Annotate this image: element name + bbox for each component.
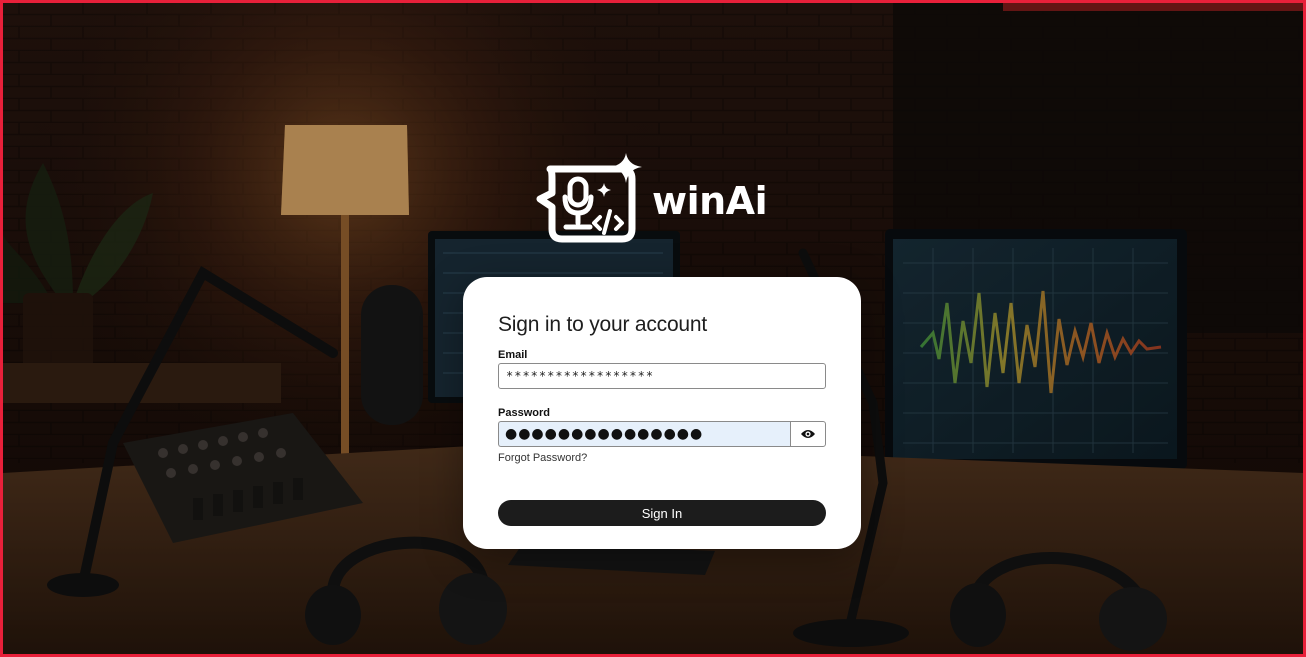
forgot-password-link[interactable]: Forgot Password? [498,452,587,464]
microphone-code-sparkle-icon [536,153,642,243]
app-frame: winAi Sign in to your account Email Pass… [0,0,1306,657]
email-field[interactable] [498,363,826,389]
email-label: Email [498,349,528,361]
password-row [498,421,826,447]
sign-in-button[interactable]: Sign In [498,500,826,526]
password-label: Password [498,407,550,419]
sign-in-title: Sign in to your account [498,313,708,336]
eye-icon [801,430,815,438]
brand-name: winAi [652,179,768,223]
sign-in-card: Sign in to your account Email Password F… [463,277,861,549]
password-field[interactable] [498,421,790,447]
brand-logo: winAi [536,153,768,245]
show-password-button[interactable] [790,421,826,447]
